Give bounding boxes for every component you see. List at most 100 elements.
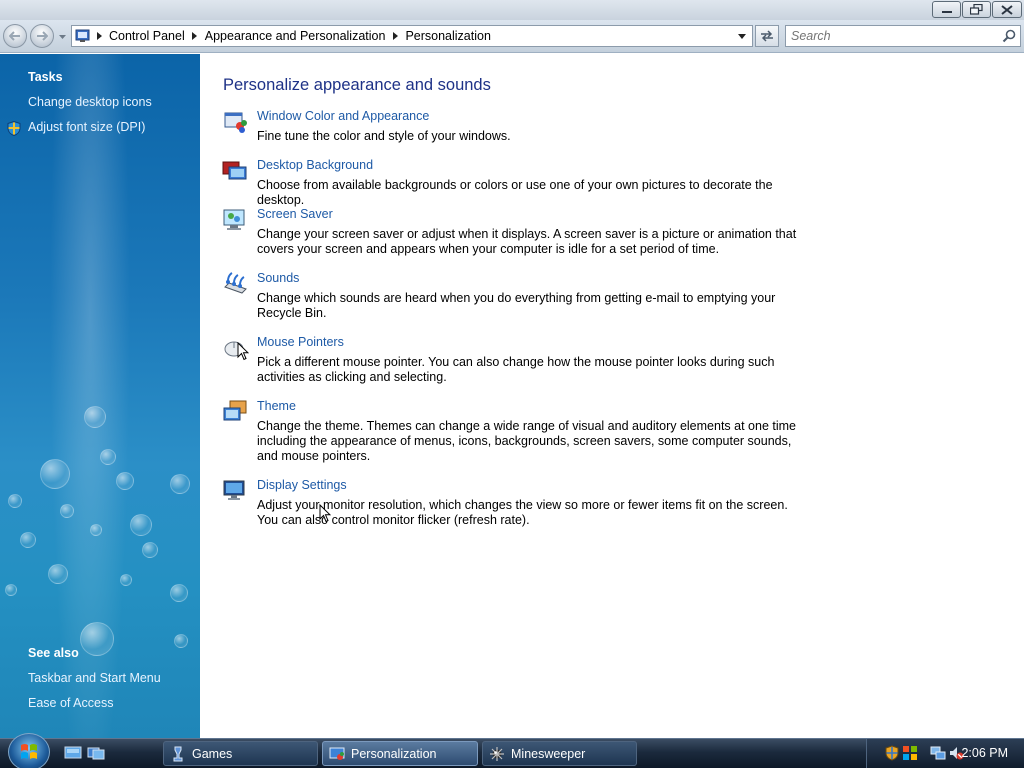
screen-saver-description: Change your screen saver or adjust when … xyxy=(257,227,797,256)
restore-icon xyxy=(970,4,983,15)
breadcrumb-control-panel[interactable]: Control Panel xyxy=(106,29,188,43)
decorative-bubble xyxy=(174,634,188,648)
list-item-window-color: Window Color and Appearance Fine tune th… xyxy=(222,109,822,149)
refresh-icon xyxy=(761,30,773,42)
search-icon[interactable] xyxy=(1002,29,1016,43)
theme-icon xyxy=(223,400,247,421)
breadcrumb-separator[interactable] xyxy=(92,32,106,40)
decorative-bubble xyxy=(60,504,74,518)
list-item-display-settings: Display Settings Adjust your monitor res… xyxy=(222,478,822,533)
list-item-sounds: Sounds Change which sounds are heard whe… xyxy=(222,271,822,326)
mouse-pointers-link[interactable]: Mouse Pointers xyxy=(257,335,344,349)
screen-saver-icon xyxy=(223,209,245,230)
window-color-description: Fine tune the color and style of your wi… xyxy=(257,129,511,143)
decorative-bubble xyxy=(20,532,36,548)
screen-saver-link[interactable]: Screen Saver xyxy=(257,207,333,221)
restore-button[interactable] xyxy=(962,1,991,18)
forward-button[interactable] xyxy=(30,24,54,48)
title-bar xyxy=(0,0,1024,20)
taskbar-button-label: Games xyxy=(192,746,233,761)
desktop-background-icon xyxy=(222,161,247,180)
address-bar[interactable]: Control Panel Appearance and Personaliza… xyxy=(71,25,753,47)
search-box[interactable] xyxy=(785,25,1021,47)
decorative-bubble xyxy=(84,406,106,428)
list-item-desktop-background: Desktop Background Choose from available… xyxy=(222,158,822,207)
breadcrumb-separator[interactable] xyxy=(388,32,402,40)
content-area: Personalize appearance and sounds Window… xyxy=(200,54,1024,738)
decorative-bubble xyxy=(90,524,102,536)
control-panel-icon xyxy=(75,29,90,42)
taskbar-button-minesweeper[interactable]: Minesweeper xyxy=(482,741,637,766)
caption-buttons xyxy=(932,1,1022,18)
page-title: Personalize appearance and sounds xyxy=(223,76,491,94)
games-icon xyxy=(173,746,183,761)
recent-pages-dropdown[interactable] xyxy=(57,32,67,42)
minimize-button[interactable] xyxy=(932,1,961,18)
task-pane: Tasks Change desktop icons Adjust font s… xyxy=(0,54,200,738)
display-settings-link[interactable]: Display Settings xyxy=(257,478,347,492)
start-button[interactable] xyxy=(8,733,50,768)
decorative-bubble xyxy=(142,542,158,558)
windows-start-orb-icon xyxy=(21,744,37,759)
system-clock[interactable]: 2:06 PM xyxy=(961,746,1008,760)
decorative-bubble xyxy=(130,514,152,536)
personalization-icon xyxy=(329,747,345,760)
chevron-down-icon xyxy=(738,33,746,39)
chevron-down-icon xyxy=(58,35,66,39)
desktop-background-link[interactable]: Desktop Background xyxy=(257,158,373,172)
list-item-theme: Theme Change the theme. Themes can chang… xyxy=(222,399,822,469)
breadcrumb-personalization[interactable]: Personalization xyxy=(402,29,493,43)
list-item-mouse-pointers: Mouse Pointers Pick a different mouse po… xyxy=(222,335,822,390)
back-arrow-icon xyxy=(9,31,20,41)
refresh-button[interactable] xyxy=(755,25,779,47)
task-change-desktop-icons[interactable]: Change desktop icons xyxy=(28,95,152,109)
uac-shield-icon xyxy=(7,120,21,139)
network-icon[interactable] xyxy=(930,745,946,761)
taskbar: Games Personalization Minesweeper 2:06 P… xyxy=(0,733,1024,768)
desktop-background-description: Choose from available backgrounds or col… xyxy=(257,178,773,207)
decorative-bubble xyxy=(80,622,114,656)
decorative-bubble xyxy=(100,449,116,465)
close-button[interactable] xyxy=(992,1,1022,18)
window-color-link[interactable]: Window Color and Appearance xyxy=(257,109,429,123)
breadcrumb-separator[interactable] xyxy=(188,32,202,40)
sounds-icon xyxy=(224,272,247,294)
see-also-heading: See also xyxy=(28,646,79,660)
windows-security-icon[interactable] xyxy=(902,745,918,761)
mouse-cursor-icon xyxy=(237,342,249,361)
address-row: Control Panel Appearance and Personaliza… xyxy=(0,20,1024,53)
search-input[interactable] xyxy=(786,26,996,46)
taskbar-button-games[interactable]: Games xyxy=(163,741,318,766)
list-item-screen-saver: Screen Saver Change your screen saver or… xyxy=(222,207,822,262)
theme-link[interactable]: Theme xyxy=(257,399,296,413)
back-button[interactable] xyxy=(3,24,27,48)
decorative-bubble xyxy=(116,472,134,490)
breadcrumb-appearance[interactable]: Appearance and Personalization xyxy=(202,29,389,43)
decorative-bubble xyxy=(120,574,132,586)
see-also-ease-of-access[interactable]: Ease of Access xyxy=(28,696,113,710)
system-tray: 2:06 PM xyxy=(866,739,1024,768)
decorative-bubble xyxy=(48,564,68,584)
decorative-bubble xyxy=(8,494,22,508)
mouse-pointers-description: Pick a different mouse pointer. You can … xyxy=(257,355,775,384)
close-icon xyxy=(1001,4,1013,15)
address-history-dropdown[interactable] xyxy=(732,26,752,46)
forward-arrow-icon xyxy=(37,31,48,41)
taskbar-button-personalization[interactable]: Personalization xyxy=(322,741,478,766)
taskbar-button-label: Personalization xyxy=(351,746,437,761)
display-settings-description: Adjust your monitor resolution, which ch… xyxy=(257,498,788,527)
mouse-cursor-icon xyxy=(319,504,331,523)
security-shield-icon[interactable] xyxy=(884,745,900,761)
switch-windows-icon[interactable] xyxy=(87,745,105,761)
decorative-bubble xyxy=(170,584,188,602)
taskbar-button-label: Minesweeper xyxy=(511,746,586,761)
decorative-bubble xyxy=(40,459,70,489)
sounds-link[interactable]: Sounds xyxy=(257,271,299,285)
tasks-heading: Tasks xyxy=(28,70,63,84)
show-desktop-icon[interactable] xyxy=(64,745,82,761)
display-settings-icon xyxy=(223,480,245,500)
sounds-description: Change which sounds are heard when you d… xyxy=(257,291,776,320)
task-adjust-font-size[interactable]: Adjust font size (DPI) xyxy=(28,120,145,134)
see-also-taskbar-start-menu[interactable]: Taskbar and Start Menu xyxy=(28,671,161,685)
decorative-bubble xyxy=(170,474,190,494)
